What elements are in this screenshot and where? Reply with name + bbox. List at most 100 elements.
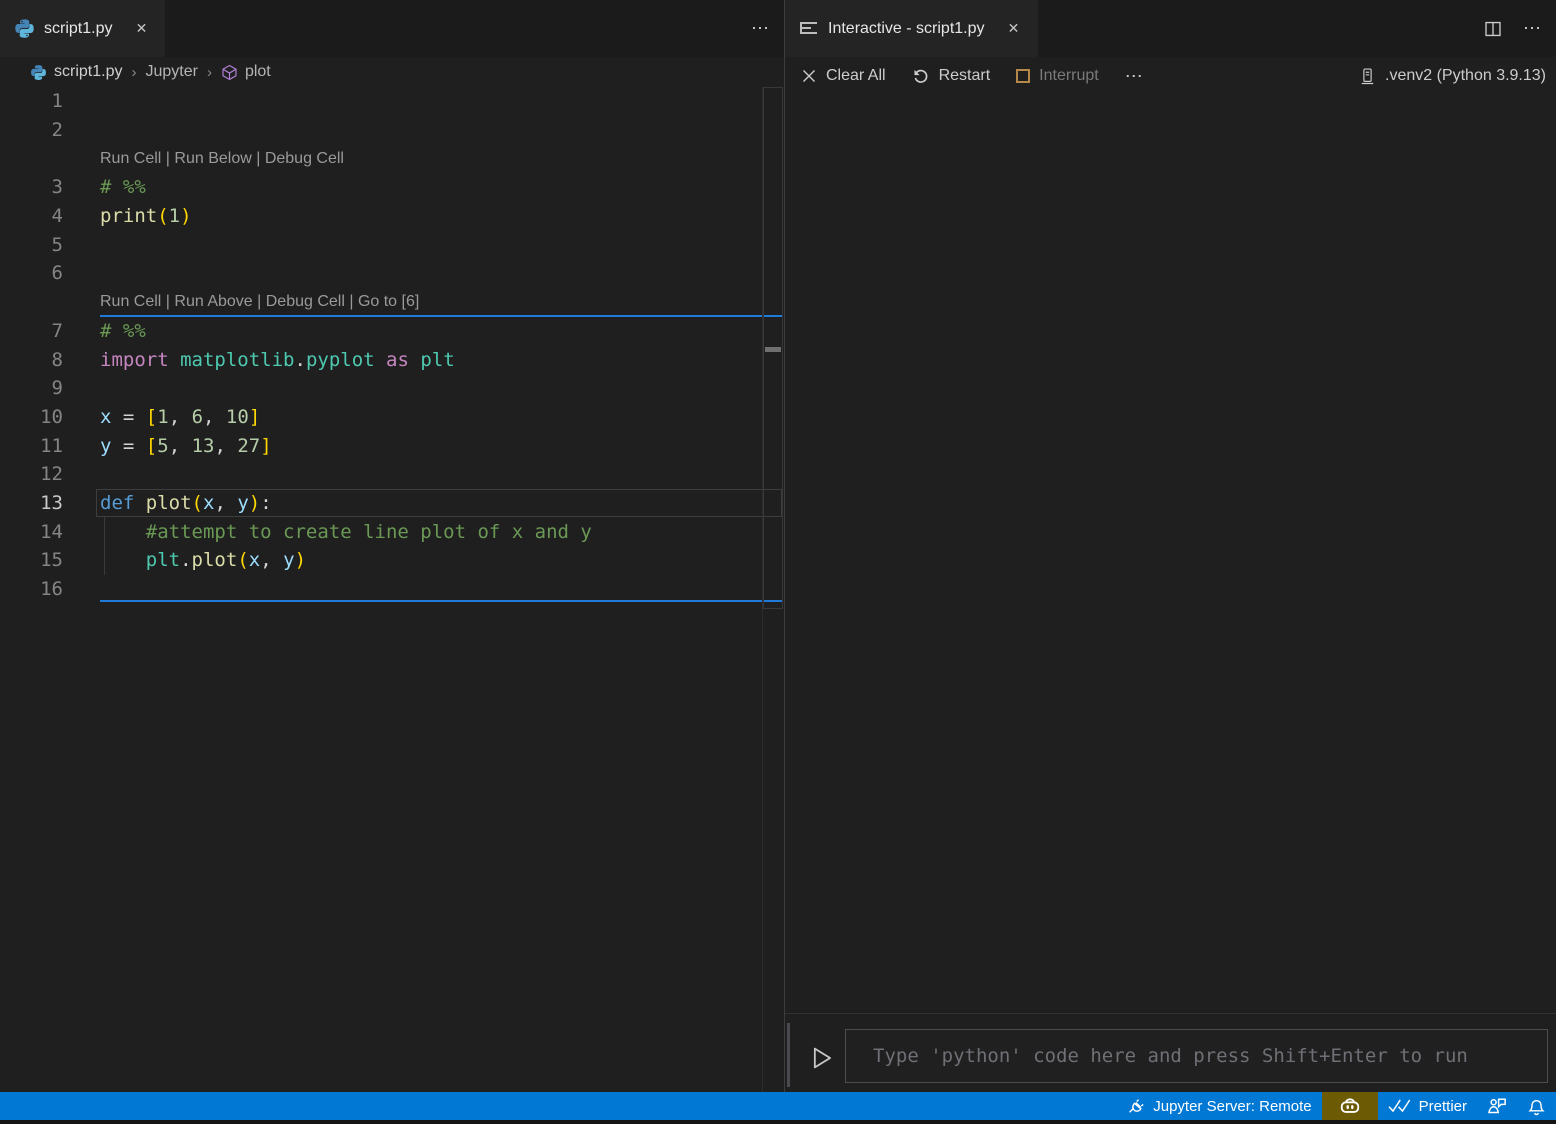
breadcrumb-item-file[interactable]: script1.py bbox=[54, 63, 122, 81]
more-actions-icon[interactable]: ⋯ bbox=[1523, 18, 1542, 39]
code-line-10[interactable]: 10x = [1, 6, 10] bbox=[0, 403, 783, 432]
code-line-1[interactable]: 1 bbox=[0, 87, 783, 116]
kernel-environment-icon bbox=[1359, 67, 1376, 86]
tab-script1-py[interactable]: script1.py ✕ bbox=[0, 0, 165, 57]
play-icon bbox=[808, 1045, 834, 1071]
tab-close-icon[interactable]: ✕ bbox=[131, 19, 151, 39]
jupyter-server-label: Jupyter Server: Remote bbox=[1153, 1098, 1311, 1115]
code-line-2[interactable]: 2 bbox=[0, 116, 783, 145]
chevron-right-icon: › bbox=[205, 64, 214, 81]
copilot-status[interactable] bbox=[1322, 1092, 1378, 1120]
status-bar: Jupyter Server: Remote bbox=[0, 1092, 1556, 1120]
interactive-output-area bbox=[785, 95, 1556, 1013]
code-editor[interactable]: 12Run Cell | Run Below | Debug Cell3# %%… bbox=[0, 87, 783, 603]
breadcrumb-item-jupyter[interactable]: Jupyter bbox=[145, 63, 197, 81]
kernel-label: .venv2 (Python 3.9.13) bbox=[1385, 67, 1546, 85]
codelens-actions[interactable]: Run Cell | Run Above | Debug Cell | Go t… bbox=[100, 293, 419, 311]
code-text: #attempt to create line plot of x and y bbox=[100, 521, 783, 543]
editor-group-right: Interactive - script1.py ✕ ⋯ Clear All bbox=[785, 0, 1556, 1092]
code-line-3[interactable]: 3# %% bbox=[0, 173, 783, 202]
code-line-5[interactable]: 5 bbox=[0, 230, 783, 259]
line-number: 8 bbox=[0, 349, 100, 371]
code-text: x = [1, 6, 10] bbox=[100, 406, 783, 428]
overview-ruler-marker bbox=[765, 347, 781, 352]
kernel-picker[interactable]: .venv2 (Python 3.9.13) bbox=[1359, 67, 1546, 86]
copilot-icon bbox=[1339, 1095, 1361, 1117]
code-text: def plot(x, y): bbox=[100, 492, 783, 514]
line-number: 5 bbox=[0, 234, 100, 256]
jupyter-server-status[interactable]: Jupyter Server: Remote bbox=[1117, 1092, 1321, 1120]
code-line-7[interactable]: 7# %% bbox=[0, 317, 783, 346]
tab-close-icon[interactable]: ✕ bbox=[1004, 19, 1024, 39]
line-number: 16 bbox=[0, 578, 100, 600]
vscode-window: script1.py ✕ ⋯ script1.py › Jupyter › bbox=[0, 0, 1556, 1124]
line-number: 12 bbox=[0, 463, 100, 485]
restart-icon bbox=[912, 67, 930, 85]
remote-connection-icon bbox=[1127, 1097, 1146, 1116]
line-number: 13 bbox=[0, 492, 100, 514]
code-text: print(1) bbox=[100, 205, 783, 227]
symbol-method-icon bbox=[221, 64, 238, 81]
line-number: 3 bbox=[0, 176, 100, 198]
editor-scrollbar[interactable] bbox=[762, 87, 783, 1092]
double-check-icon bbox=[1388, 1098, 1412, 1114]
tab-label: script1.py bbox=[44, 20, 112, 38]
code-line-9[interactable]: 9 bbox=[0, 374, 783, 403]
tab-label: Interactive - script1.py bbox=[828, 20, 985, 38]
line-number: 11 bbox=[0, 435, 100, 457]
line-number: 15 bbox=[0, 549, 100, 571]
code-line-4[interactable]: 4print(1) bbox=[0, 202, 783, 231]
prettier-status[interactable]: Prettier bbox=[1378, 1092, 1477, 1120]
code-text: # %% bbox=[100, 320, 783, 342]
run-code-button[interactable] bbox=[806, 1043, 836, 1073]
left-tab-bar: script1.py ✕ ⋯ bbox=[0, 0, 784, 57]
code-input[interactable] bbox=[846, 1045, 1547, 1067]
code-text: import matplotlib.pyplot as plt bbox=[100, 349, 783, 371]
line-number: 2 bbox=[0, 119, 100, 141]
line-number: 14 bbox=[0, 521, 100, 543]
python-file-icon bbox=[14, 18, 35, 39]
code-text: # %% bbox=[100, 176, 783, 198]
editor-group-left: script1.py ✕ ⋯ script1.py › Jupyter › bbox=[0, 0, 784, 1092]
feedback-icon[interactable] bbox=[1477, 1092, 1517, 1120]
notifications-bell-icon[interactable] bbox=[1517, 1092, 1556, 1120]
line-number: 4 bbox=[0, 205, 100, 227]
code-line-8[interactable]: 8import matplotlib.pyplot as plt bbox=[0, 345, 783, 374]
interrupt-icon bbox=[1016, 69, 1030, 83]
codelens-actions[interactable]: Run Cell | Run Below | Debug Cell bbox=[100, 150, 344, 168]
code-line-11[interactable]: 11y = [5, 13, 27] bbox=[0, 431, 783, 460]
close-icon bbox=[801, 68, 817, 84]
code-line-14[interactable]: 14 #attempt to create line plot of x and… bbox=[0, 517, 783, 546]
codelens-row: Run Cell | Run Above | Debug Cell | Go t… bbox=[0, 288, 783, 317]
line-number: 1 bbox=[0, 90, 100, 112]
interrupt-button[interactable]: Interrupt bbox=[1016, 67, 1099, 85]
breadcrumb: script1.py › Jupyter › plot bbox=[0, 57, 784, 87]
split-editor-icon[interactable] bbox=[1483, 20, 1503, 38]
interactive-window-icon bbox=[799, 19, 819, 39]
code-line-13[interactable]: 13def plot(x, y): bbox=[0, 489, 783, 518]
line-number: 7 bbox=[0, 320, 100, 342]
taskbar-edge bbox=[0, 1120, 1556, 1124]
python-file-icon bbox=[30, 64, 47, 81]
input-scrollbar[interactable] bbox=[787, 1023, 790, 1087]
breadcrumb-item-symbol[interactable]: plot bbox=[245, 63, 271, 81]
chevron-right-icon: › bbox=[129, 64, 138, 81]
code-line-6[interactable]: 6 bbox=[0, 259, 783, 288]
code-input-box[interactable] bbox=[845, 1029, 1548, 1083]
code-line-16[interactable]: 16 bbox=[0, 575, 783, 604]
right-tab-bar: Interactive - script1.py ✕ ⋯ bbox=[785, 0, 1556, 57]
restart-button[interactable]: Restart bbox=[912, 67, 991, 85]
editor-actions-more-icon[interactable]: ⋯ bbox=[751, 18, 770, 39]
interactive-input-area bbox=[785, 1013, 1556, 1092]
clear-all-button[interactable]: Clear All bbox=[801, 67, 886, 85]
line-number: 6 bbox=[0, 262, 100, 284]
toolbar-more-button[interactable]: ⋯ bbox=[1125, 66, 1144, 87]
code-text: y = [5, 13, 27] bbox=[100, 435, 783, 457]
active-cell-bottom-border bbox=[100, 600, 782, 602]
codelens-row: Run Cell | Run Below | Debug Cell bbox=[0, 144, 783, 173]
tab-interactive-window[interactable]: Interactive - script1.py ✕ bbox=[785, 0, 1038, 57]
line-number: 10 bbox=[0, 406, 100, 428]
indent-guide bbox=[104, 546, 105, 575]
code-line-12[interactable]: 12 bbox=[0, 460, 783, 489]
code-line-15[interactable]: 15 plt.plot(x, y) bbox=[0, 546, 783, 575]
